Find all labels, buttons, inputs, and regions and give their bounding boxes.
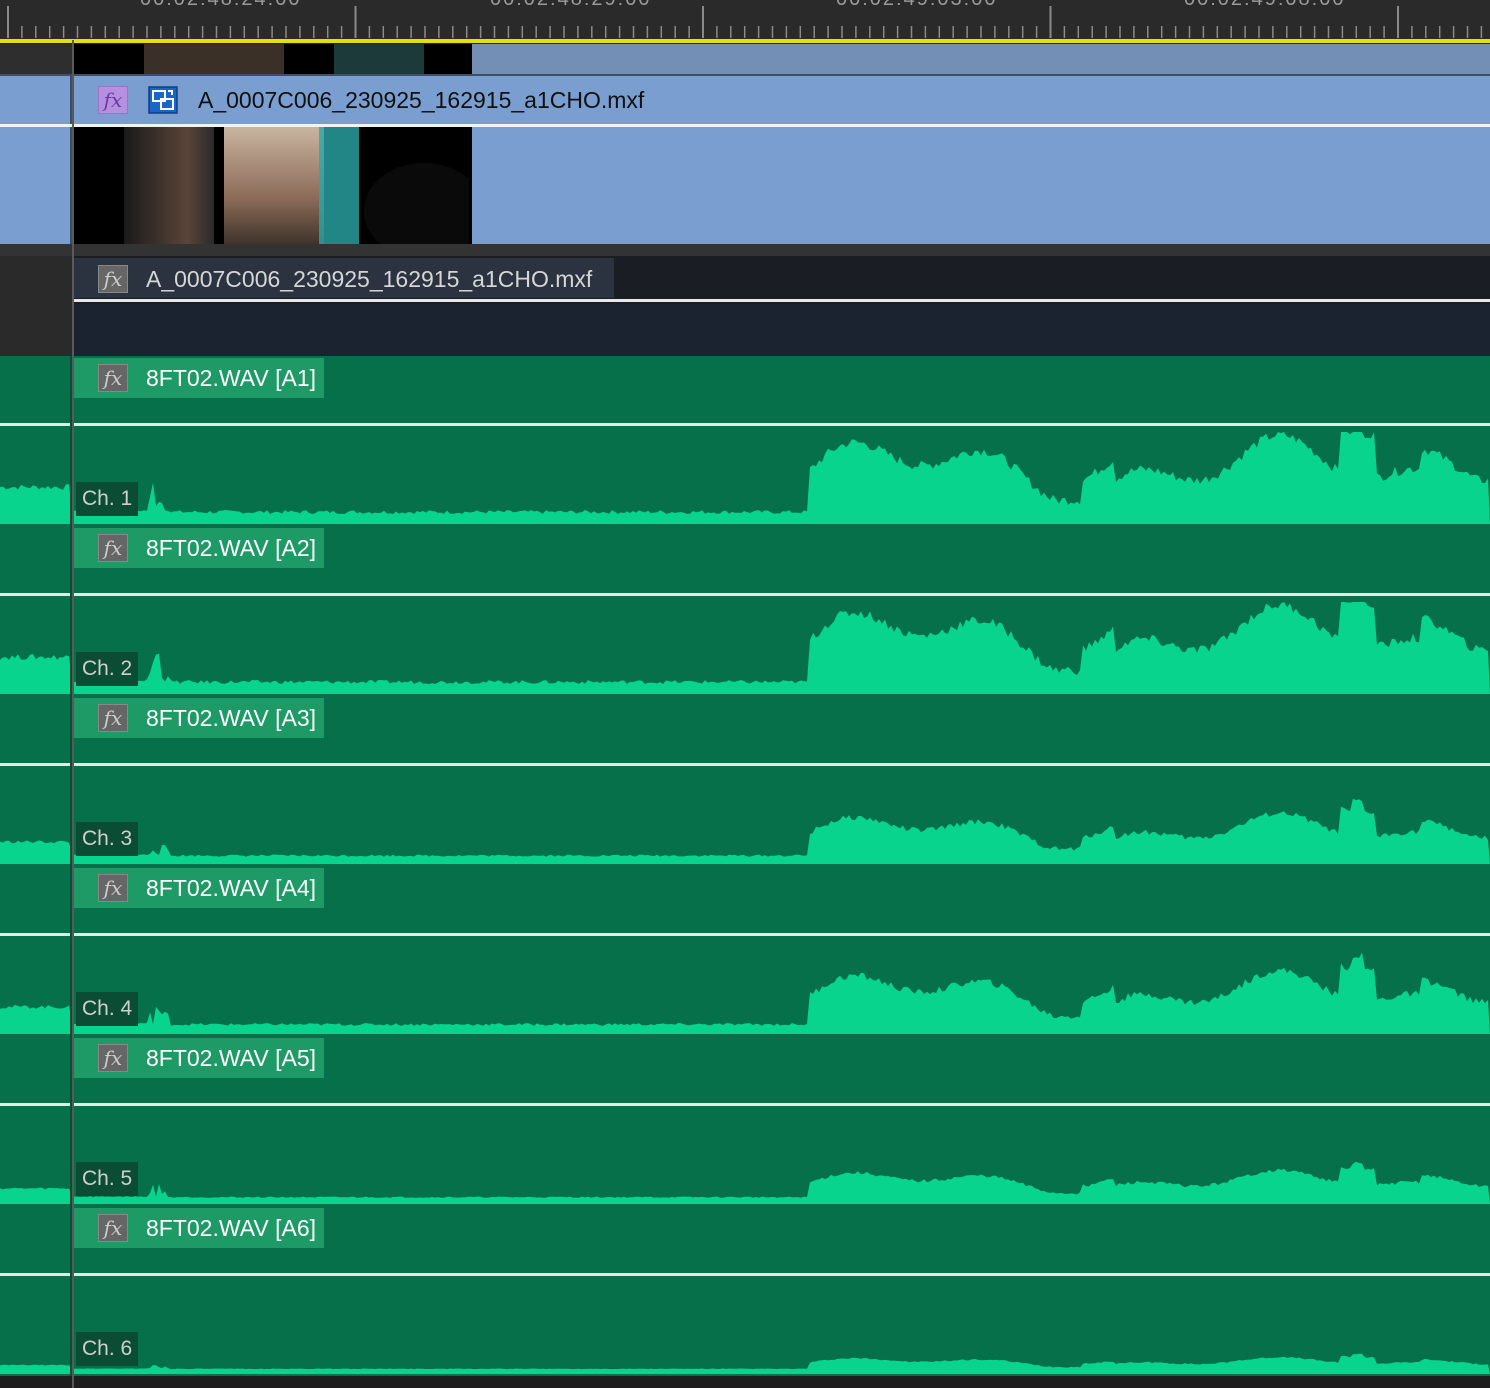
- ruler-timecode: 00:02:49:03:00: [836, 0, 997, 11]
- video-clip-thumbnail-area[interactable]: [0, 124, 1490, 247]
- audio-clip[interactable]: fx 8FT02.WAV [A1] Ch. 1: [0, 356, 1490, 526]
- audio-waveform: [0, 1353, 1490, 1374]
- audio-clip-label[interactable]: fx 8FT02.WAV [A1]: [74, 358, 324, 398]
- audio-clip-label[interactable]: fx 8FT02.WAV [A6]: [74, 1208, 324, 1248]
- audio-clip[interactable]: fx 8FT02.WAV [A6] Ch. 6: [0, 1206, 1490, 1376]
- fx-icon[interactable]: fx: [98, 1214, 128, 1242]
- fx-icon[interactable]: fx: [98, 874, 128, 902]
- audio-waveform: [0, 952, 1490, 1034]
- video-clip-2-label[interactable]: fx A_0007C006_230925_162915_a1CHO.mxf: [74, 258, 614, 298]
- channel-label: Ch. 3: [76, 822, 139, 856]
- audio-clip-label[interactable]: fx 8FT02.WAV [A4]: [74, 868, 324, 908]
- track-header-edge: [72, 40, 74, 1388]
- ruler-timecode: 00:02:48:24:00: [140, 0, 301, 11]
- channel-label: Ch. 5: [76, 1162, 139, 1196]
- audio-clip-name: 8FT02.WAV [A3]: [146, 704, 316, 731]
- video-clip[interactable]: fx A_0007C006_230925_162915_a1CHO.mxf: [0, 74, 1490, 124]
- track-divider: [0, 244, 1490, 256]
- fx-icon[interactable]: fx: [98, 265, 128, 293]
- time-ruler[interactable]: 00:02:48:24:00 00:02:48:29:00 00:02:49:0…: [0, 0, 1490, 40]
- audio-clip-name: 8FT02.WAV [A6]: [146, 1214, 316, 1241]
- video-clip-name: A_0007C006_230925_162915_a1CHO.mxf: [198, 86, 645, 113]
- clip-divider: [74, 299, 1490, 302]
- channel-label: Ch. 2: [76, 652, 139, 686]
- video-thumbnail: [74, 127, 472, 247]
- video-clip-2-body: [74, 304, 1490, 356]
- audio-clip-name: 8FT02.WAV [A5]: [146, 1044, 316, 1071]
- audio-clip-label[interactable]: fx 8FT02.WAV [A5]: [74, 1038, 324, 1078]
- channel-label: Ch. 4: [76, 992, 139, 1026]
- audio-clip-name: 8FT02.WAV [A1]: [146, 364, 316, 391]
- audio-clip[interactable]: fx 8FT02.WAV [A5] Ch. 5: [0, 1036, 1490, 1206]
- audio-clip-name: 8FT02.WAV [A4]: [146, 874, 316, 901]
- audio-waveform: [0, 602, 1490, 694]
- work-area-bar[interactable]: [0, 39, 1490, 43]
- fx-icon[interactable]: fx: [98, 364, 128, 392]
- fx-icon[interactable]: fx: [98, 534, 128, 562]
- audio-clip[interactable]: fx 8FT02.WAV [A2] Ch. 2: [0, 526, 1490, 696]
- audio-clip[interactable]: fx 8FT02.WAV [A4] Ch. 4: [0, 866, 1490, 1036]
- track-header-gap: [0, 256, 72, 356]
- audio-clip[interactable]: fx 8FT02.WAV [A3] Ch. 3: [0, 696, 1490, 866]
- ruler-timecode: 00:02:49:08:00: [1184, 0, 1345, 11]
- audio-clip-name: 8FT02.WAV [A2]: [146, 534, 316, 561]
- linked-clip-icon: [148, 86, 178, 114]
- video-clip-2-name: A_0007C006_230925_162915_a1CHO.mxf: [146, 265, 593, 292]
- audio-waveform: [0, 798, 1490, 864]
- fx-icon[interactable]: fx: [98, 704, 128, 732]
- channel-label: Ch. 1: [76, 482, 139, 516]
- fx-icon[interactable]: fx: [98, 86, 128, 114]
- audio-clip-label[interactable]: fx 8FT02.WAV [A2]: [74, 528, 324, 568]
- track-header-gap: [0, 44, 72, 74]
- ruler-timecode: 00:02:48:29:00: [490, 0, 651, 11]
- channel-label: Ch. 6: [76, 1332, 139, 1366]
- audio-waveform: [0, 432, 1490, 524]
- audio-clip-label[interactable]: fx 8FT02.WAV [A3]: [74, 698, 324, 738]
- video-thumbnail-top: [74, 44, 472, 74]
- fx-icon[interactable]: fx: [98, 1044, 128, 1072]
- audio-waveform: [0, 1161, 1490, 1204]
